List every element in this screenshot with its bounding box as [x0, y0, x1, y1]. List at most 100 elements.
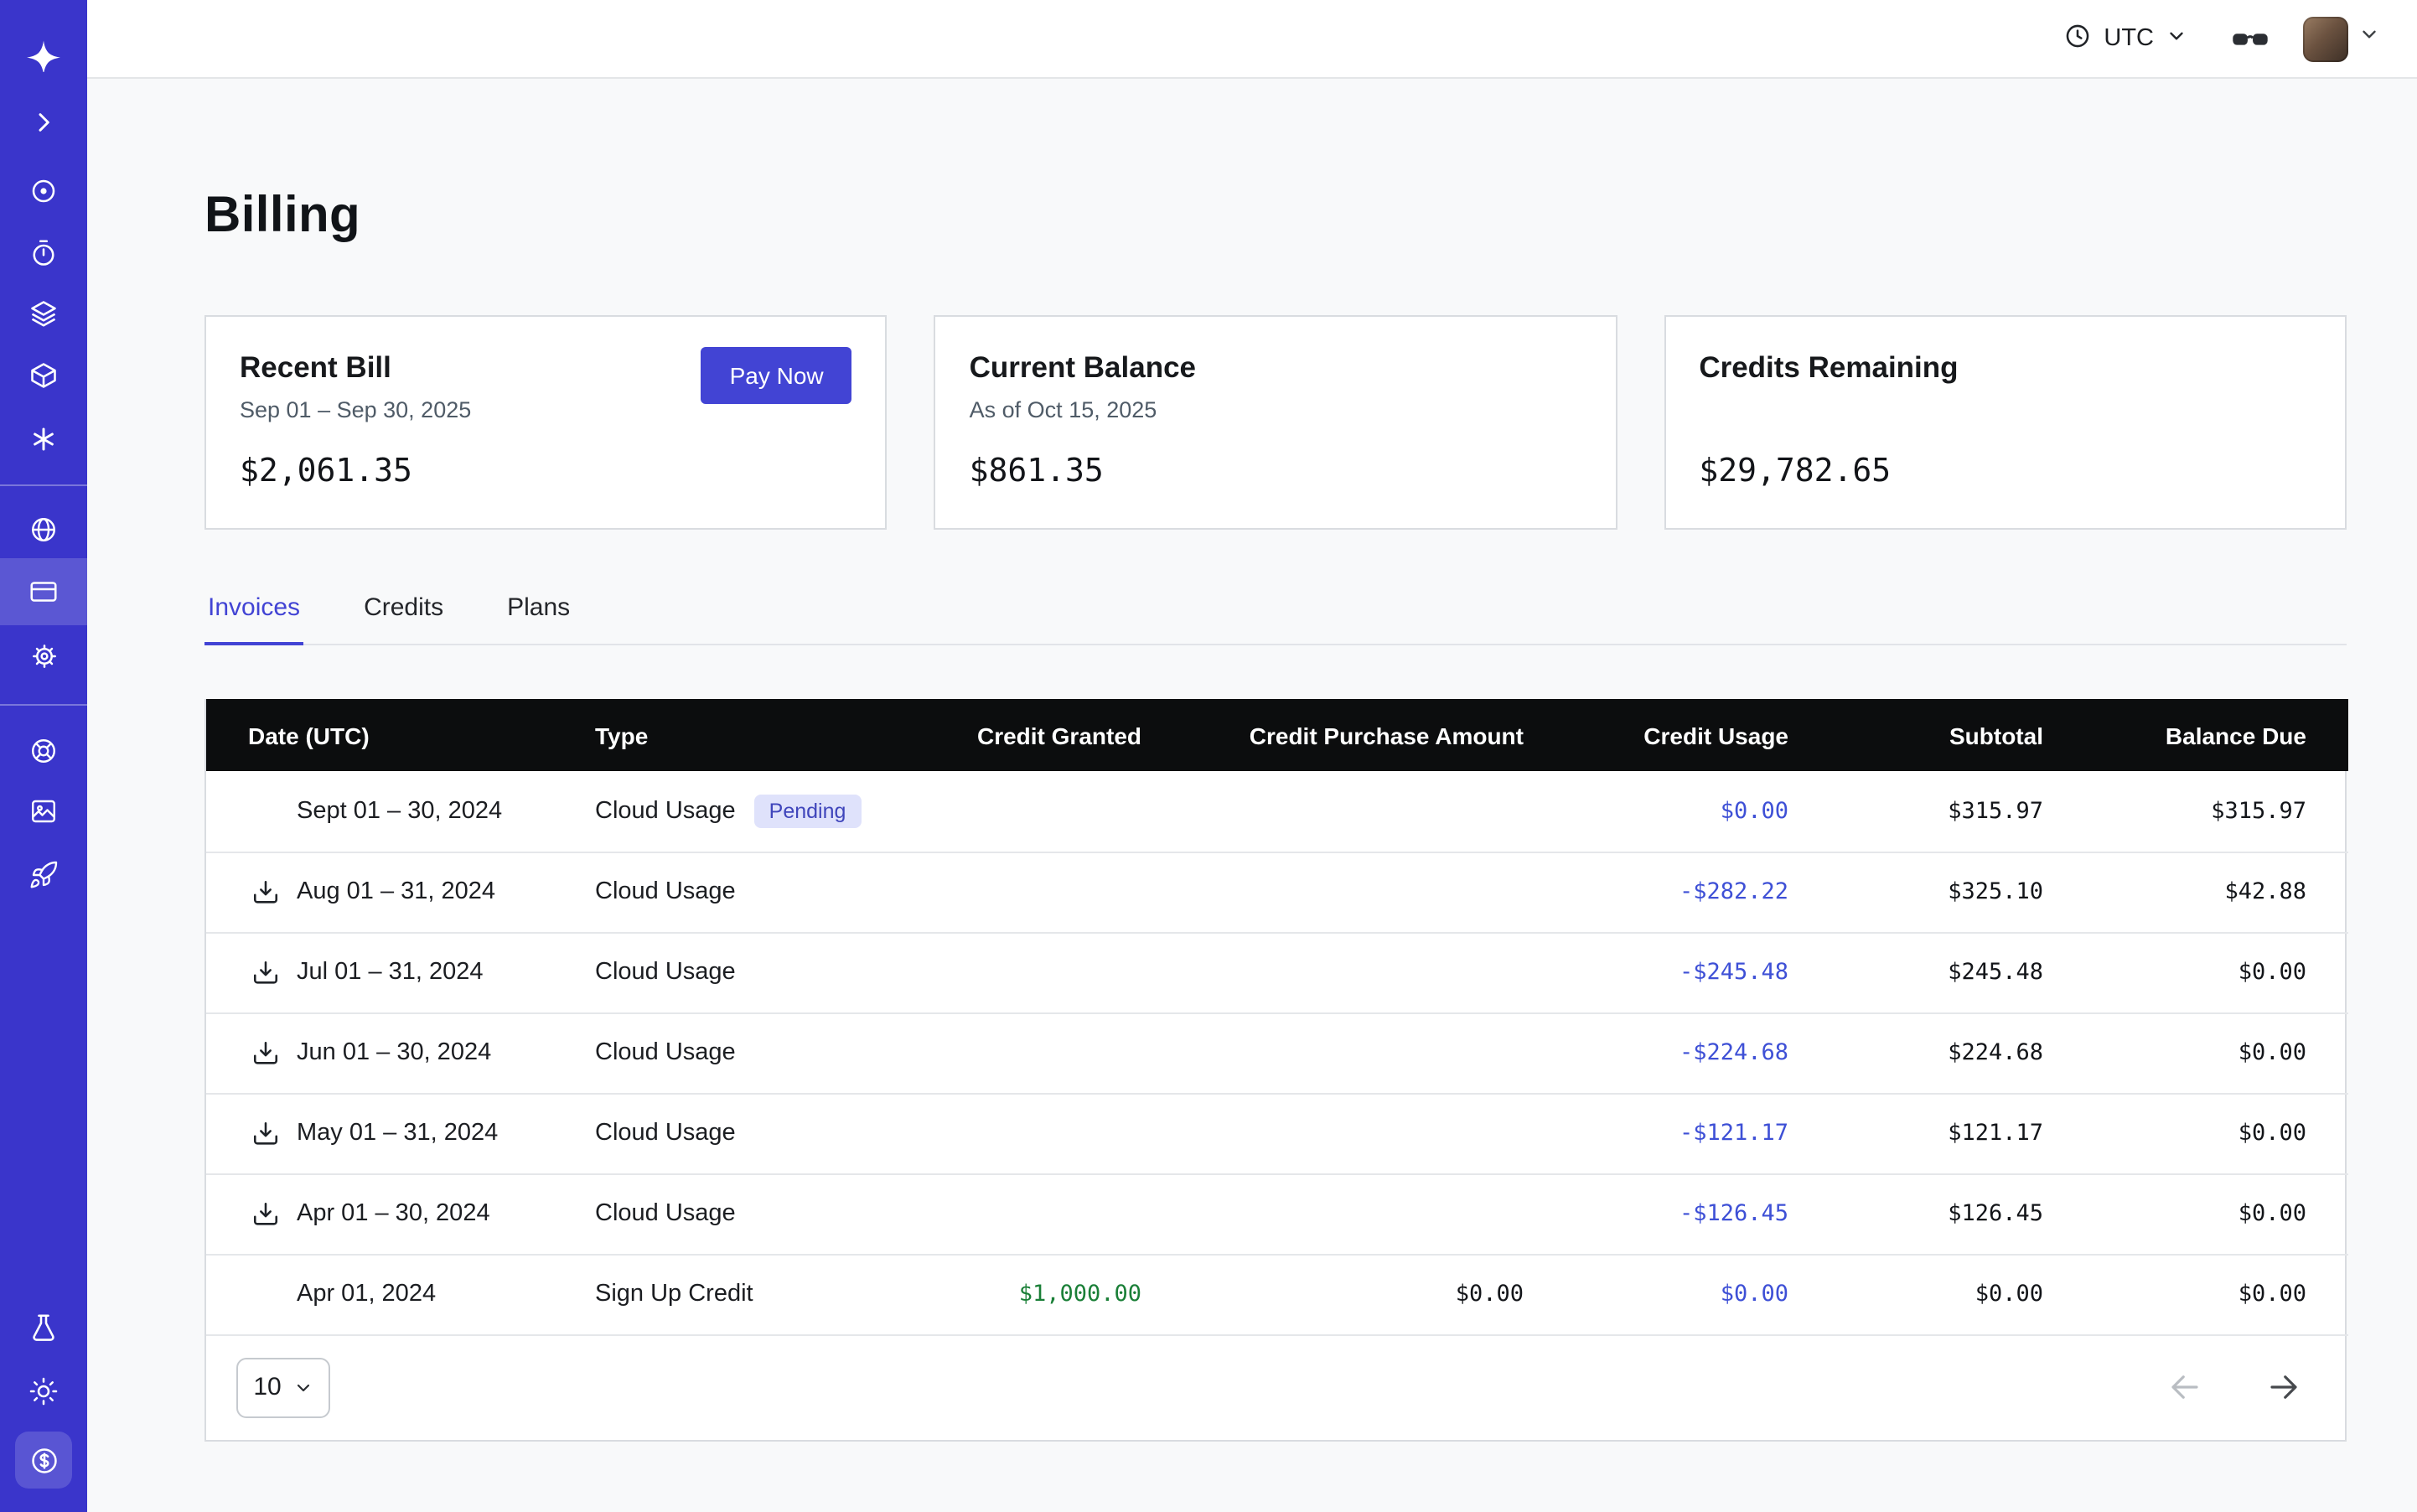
sidebar-divider	[0, 704, 87, 706]
sidebar	[0, 0, 87, 1512]
balance-due-value: $0.00	[2050, 1254, 2348, 1334]
col-header-credit-purchase: Credit Purchase Amount	[1148, 699, 1530, 771]
table-row: Aug 01 – 31, 2024Cloud Usage-$282.22$325…	[206, 852, 2348, 932]
settings-gear-icon[interactable]	[23, 635, 64, 676]
download-invoice-icon[interactable]	[248, 1197, 282, 1230]
subtotal-value: $0.00	[1795, 1254, 2050, 1334]
col-header-date: Date (UTC)	[206, 699, 588, 771]
page-title: Billing	[204, 188, 2347, 245]
credit-purchase-value: $0.00	[1148, 1254, 1530, 1334]
invoice-date: Aug 01 – 31, 2024	[297, 878, 495, 905]
invoice-type: Cloud Usage	[595, 959, 736, 986]
logo-icon[interactable]	[23, 35, 64, 75]
table-row: Jun 01 – 30, 2024Cloud Usage-$224.68$224…	[206, 1012, 2348, 1093]
topbar: UTC	[87, 0, 2417, 79]
rocket-icon[interactable]	[23, 855, 64, 895]
invoice-date: Apr 01 – 30, 2024	[297, 1200, 490, 1227]
globe-icon[interactable]	[23, 510, 64, 550]
target-icon[interactable]	[23, 171, 64, 211]
col-header-type: Type	[588, 699, 944, 771]
credit-usage-value: -$224.68	[1530, 1012, 1795, 1093]
invoice-type: Cloud Usage	[595, 798, 736, 825]
clock-icon	[2063, 21, 2092, 56]
sidebar-item-billing-active	[0, 558, 87, 625]
previous-page-button[interactable]	[2167, 1370, 2202, 1405]
support-icon[interactable]	[23, 731, 64, 771]
credit-granted-value	[944, 1012, 1148, 1093]
card-title: Current Balance	[970, 350, 1582, 386]
account-menu[interactable]	[2303, 16, 2380, 61]
timezone-selector[interactable]: UTC	[2063, 21, 2187, 56]
next-page-button[interactable]	[2266, 1370, 2301, 1405]
invoice-table-body: Sept 01 – 30, 2024Cloud UsagePending$0.0…	[206, 771, 2348, 1334]
pay-now-button[interactable]: Pay Now	[701, 347, 852, 404]
credit-granted-value: $1,000.00	[944, 1254, 1148, 1334]
table-row: Apr 01, 2024Sign Up Credit$1,000.00$0.00…	[206, 1254, 2348, 1334]
credit-usage-value: -$245.48	[1530, 932, 1795, 1012]
credit-granted-value	[944, 771, 1148, 852]
theme-sun-icon[interactable]	[23, 1371, 64, 1411]
credit-usage-value: $0.00	[1530, 771, 1795, 852]
balance-due-value: $0.00	[2050, 932, 2348, 1012]
subtotal-value: $126.45	[1795, 1173, 2050, 1254]
col-header-balance-due: Balance Due	[2050, 699, 2348, 771]
col-header-subtotal: Subtotal	[1795, 699, 2050, 771]
avatar[interactable]	[2303, 16, 2348, 61]
credit-usage-value: -$282.22	[1530, 852, 1795, 932]
credits-dollar-icon[interactable]	[15, 1432, 72, 1489]
current-balance-amount: $861.35	[970, 453, 1582, 489]
page-size-select[interactable]: 10	[236, 1357, 330, 1417]
package-icon[interactable]	[23, 355, 64, 396]
subtotal-value: $121.17	[1795, 1093, 2050, 1173]
layers-icon[interactable]	[23, 293, 64, 334]
download-invoice-icon[interactable]	[248, 955, 282, 989]
balance-due-value: $42.88	[2050, 852, 2348, 932]
download-invoice-icon[interactable]	[248, 1036, 282, 1069]
invoice-date: May 01 – 31, 2024	[297, 1120, 498, 1147]
flask-icon[interactable]	[23, 1307, 64, 1348]
invoice-date: Jul 01 – 31, 2024	[297, 959, 484, 986]
download-invoice-icon[interactable]	[248, 1116, 282, 1150]
invoice-type: Cloud Usage	[595, 1120, 736, 1147]
invoice-date: Sept 01 – 30, 2024	[297, 798, 502, 825]
download-placeholder	[248, 1277, 282, 1311]
download-invoice-icon[interactable]	[248, 875, 282, 909]
credit-usage-value: -$121.17	[1530, 1093, 1795, 1173]
invoice-type: Cloud Usage	[595, 1200, 736, 1227]
card-title: Credits Remaining	[1699, 350, 2311, 386]
credit-usage-value: $0.00	[1530, 1254, 1795, 1334]
tab-plans[interactable]: Plans	[504, 593, 573, 644]
collapse-chevron-icon[interactable]	[23, 102, 64, 142]
invoice-date: Jun 01 – 30, 2024	[297, 1039, 491, 1066]
screenshot-icon[interactable]	[23, 791, 64, 831]
pagination	[2167, 1370, 2301, 1405]
table-row: Jul 01 – 31, 2024Cloud Usage-$245.48$245…	[206, 932, 2348, 1012]
main-content: Billing Recent Bill Sep 01 – Sep 30, 202…	[87, 79, 2417, 1512]
credit-purchase-value	[1148, 771, 1530, 852]
credit-granted-value	[944, 932, 1148, 1012]
table-footer: 10	[206, 1335, 2345, 1439]
credit-purchase-value	[1148, 1093, 1530, 1173]
timezone-label: UTC	[2104, 25, 2154, 52]
credit-purchase-value	[1148, 852, 1530, 932]
billing-card-icon[interactable]	[23, 572, 64, 612]
credit-purchase-value	[1148, 1012, 1530, 1093]
chevron-down-icon	[2358, 23, 2380, 54]
tab-credits[interactable]: Credits	[360, 593, 447, 644]
credits-remaining-card: Credits Remaining $29,782.65	[1664, 315, 2347, 530]
card-subtitle	[1699, 397, 2311, 424]
recent-bill-amount: $2,061.35	[240, 453, 852, 489]
glasses-icon[interactable]	[2231, 23, 2269, 54]
chevron-down-icon	[293, 1377, 313, 1397]
page-size-value: 10	[253, 1373, 281, 1401]
timer-icon[interactable]	[23, 233, 64, 273]
col-header-credit-usage: Credit Usage	[1530, 699, 1795, 771]
credits-remaining-amount: $29,782.65	[1699, 453, 2311, 489]
credit-usage-value: -$126.45	[1530, 1173, 1795, 1254]
invoices-table: Date (UTC) Type Credit Granted Credit Pu…	[204, 699, 2347, 1441]
asterisk-icon[interactable]	[23, 419, 64, 459]
card-subtitle: As of Oct 15, 2025	[970, 397, 1582, 424]
table-row: May 01 – 31, 2024 Cloud Usage -$121.17$121…	[206, 1093, 2348, 1173]
tab-invoices[interactable]: Invoices	[204, 593, 303, 644]
subtotal-value: $224.68	[1795, 1012, 2050, 1093]
